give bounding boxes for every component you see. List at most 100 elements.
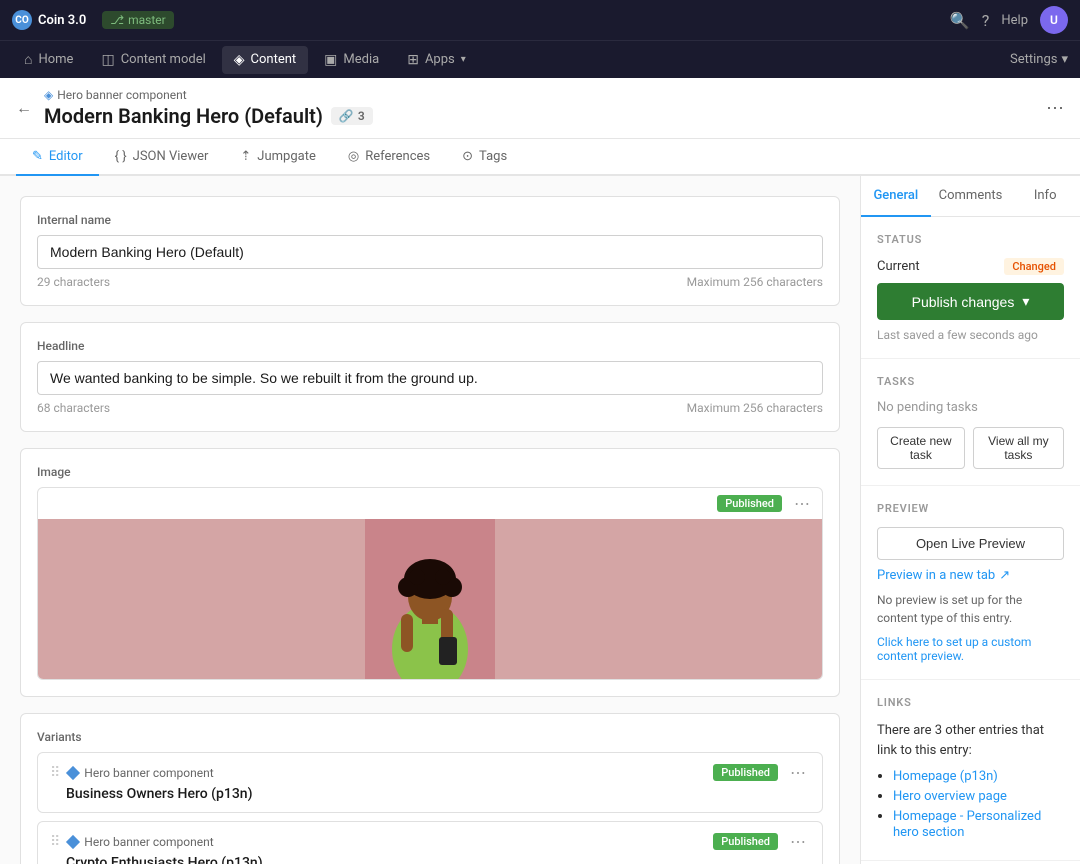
status-changed-badge: Changed [1004, 258, 1064, 275]
tasks-section-title: TASKS [877, 375, 1064, 388]
drag-handle-0[interactable]: ⠿ [50, 765, 60, 781]
preview-setup-link[interactable]: Click here to set up a custom content pr… [877, 635, 1064, 663]
image-preview [38, 519, 822, 679]
tags-icon: ⊙ [462, 149, 473, 164]
image-more-button[interactable]: ⋯ [790, 494, 814, 513]
preview-note: No preview is set up for the content typ… [877, 591, 1064, 627]
links-section: LINKS There are 3 other entries that lin… [861, 680, 1080, 861]
variant-status-1: Published [713, 833, 778, 850]
preview-new-tab-link[interactable]: Preview in a new tab ↗ [877, 568, 1064, 583]
image-published-badge: Published [717, 495, 782, 512]
headline-section: Headline 68 characters Maximum 256 chara… [20, 322, 840, 432]
tab-json-viewer[interactable]: { } JSON Viewer [99, 139, 225, 176]
sidebar-tab-comments[interactable]: Comments [931, 176, 1011, 217]
help-label: Help [1001, 13, 1028, 28]
home-icon: ⌂ [24, 51, 32, 68]
settings-dropdown-icon: ▾ [1061, 52, 1068, 67]
drag-handle-1[interactable]: ⠿ [50, 834, 60, 850]
variant-item-0: ⠿ Hero banner component Published ⋯ Busi… [37, 752, 823, 813]
internal-name-char-count: 29 characters Maximum 256 characters [37, 275, 823, 289]
link-icon: 🔗 [339, 109, 354, 123]
headline-input[interactable] [37, 361, 823, 395]
status-row: Current Changed [877, 258, 1064, 275]
help-icon[interactable]: ? [982, 11, 990, 30]
topbar: CO Coin 3.0 ⎇ master 🔍 ? Help U [0, 0, 1080, 40]
nav-content-model[interactable]: ◫ Content model [89, 46, 217, 74]
variants-label: Variants [37, 730, 823, 744]
image-toolbar: Published ⋯ [38, 488, 822, 519]
open-preview-button[interactable]: Open Live Preview [877, 527, 1064, 560]
variant-header-1: Hero banner component Published ⋯ [68, 832, 810, 851]
branch-icon: ⎇ [110, 13, 124, 27]
no-tasks-text: No pending tasks [877, 400, 1064, 415]
apps-icon: ⊞ [407, 52, 419, 68]
status-section: STATUS Current Changed Publish changes ▾… [861, 217, 1080, 359]
more-button[interactable]: ⋯ [1046, 98, 1064, 119]
link-1[interactable]: Hero overview page [893, 789, 1007, 804]
variant-status-0: Published [713, 764, 778, 781]
settings-button[interactable]: Settings ▾ [1010, 52, 1068, 67]
search-icon[interactable]: 🔍 [950, 11, 970, 30]
content-model-icon: ◫ [101, 52, 114, 68]
back-button[interactable]: ← [16, 98, 32, 118]
nav-content[interactable]: ◈ Content [222, 46, 308, 74]
tasks-section: TASKS No pending tasks Create new task V… [861, 359, 1080, 486]
link-count-badge[interactable]: 🔗 3 [331, 107, 373, 125]
link-item-2: Homepage - Personalized hero section [893, 808, 1064, 840]
image-container: Published ⋯ [37, 487, 823, 680]
hero-image-svg [365, 519, 495, 679]
variant-title-1: Crypto Enthusiasts Hero (p13n) [50, 855, 810, 864]
tab-tags[interactable]: ⊙ Tags [446, 139, 523, 176]
links-section-title: LINKS [877, 696, 1064, 709]
sidebar-tab-general[interactable]: General [861, 176, 931, 217]
variant-title-0: Business Owners Hero (p13n) [50, 786, 810, 802]
tab-references[interactable]: ◎ References [332, 139, 446, 176]
avatar[interactable]: U [1040, 6, 1068, 34]
tab-nav: ✎ Editor { } JSON Viewer ⇡ Jumpgate ◎ Re… [0, 139, 1080, 176]
headline-label: Headline [37, 339, 823, 353]
apps-dropdown-icon: ▾ [461, 54, 466, 65]
variant-more-1[interactable]: ⋯ [786, 832, 810, 851]
logo[interactable]: CO Coin 3.0 [12, 10, 86, 30]
links-note: There are 3 other entries that link to t… [877, 721, 1064, 760]
link-0[interactable]: Homepage (p13n) [893, 769, 998, 784]
page-title: Modern Banking Hero (Default) 🔗 3 [44, 104, 373, 128]
logo-icon: CO [12, 10, 32, 30]
image-section: Image Published ⋯ [20, 448, 840, 697]
page-header: ← ◈ Hero banner component Modern Banking… [0, 78, 1080, 139]
nav-apps[interactable]: ⊞ Apps ▾ [395, 46, 478, 74]
image-label: Image [37, 465, 823, 479]
link-2[interactable]: Homepage - Personalized hero section [893, 809, 1041, 840]
link-item-1: Hero overview page [893, 788, 1064, 804]
main-layout: Internal name 29 characters Maximum 256 … [0, 176, 1080, 864]
secondary-nav: ⌂ Home ◫ Content model ◈ Content ▣ Media… [0, 40, 1080, 78]
topbar-actions: 🔍 ? Help U [950, 6, 1068, 34]
internal-name-input[interactable] [37, 235, 823, 269]
variant-row-1: ⠿ Hero banner component Published ⋯ [50, 832, 810, 851]
variant-more-0[interactable]: ⋯ [786, 763, 810, 782]
variant-row-0: ⠿ Hero banner component Published ⋯ [50, 763, 810, 782]
branch-badge[interactable]: ⎇ master [102, 11, 173, 29]
view-tasks-button[interactable]: View all my tasks [973, 427, 1064, 469]
variant-item-1: ⠿ Hero banner component Published ⋯ Cryp… [37, 821, 823, 864]
sidebar-tabs: General Comments Info [861, 176, 1080, 217]
preview-section: PREVIEW Open Live Preview Preview in a n… [861, 486, 1080, 680]
tab-editor[interactable]: ✎ Editor [16, 139, 99, 176]
tab-jumpgate[interactable]: ⇡ Jumpgate [224, 139, 331, 176]
sidebar-tab-info[interactable]: Info [1010, 176, 1080, 217]
right-sidebar: General Comments Info STATUS Current Cha… [860, 176, 1080, 864]
brand-name: Coin 3.0 [38, 13, 86, 28]
status-section-title: STATUS [877, 233, 1064, 246]
preview-section-title: PREVIEW [877, 502, 1064, 515]
content-icon: ◈ [234, 52, 245, 68]
nav-home[interactable]: ⌂ Home [12, 45, 85, 74]
breadcrumb: ◈ Hero banner component [44, 88, 373, 102]
last-saved: Last saved a few seconds ago [877, 328, 1064, 342]
variant-icon-0 [66, 765, 80, 779]
page-header-info: ◈ Hero banner component Modern Banking H… [44, 88, 373, 128]
variant-icon-1 [66, 834, 80, 848]
branch-name: master [128, 13, 166, 27]
nav-media[interactable]: ▣ Media [312, 46, 391, 74]
create-task-button[interactable]: Create new task [877, 427, 965, 469]
publish-button[interactable]: Publish changes ▾ [877, 283, 1064, 320]
